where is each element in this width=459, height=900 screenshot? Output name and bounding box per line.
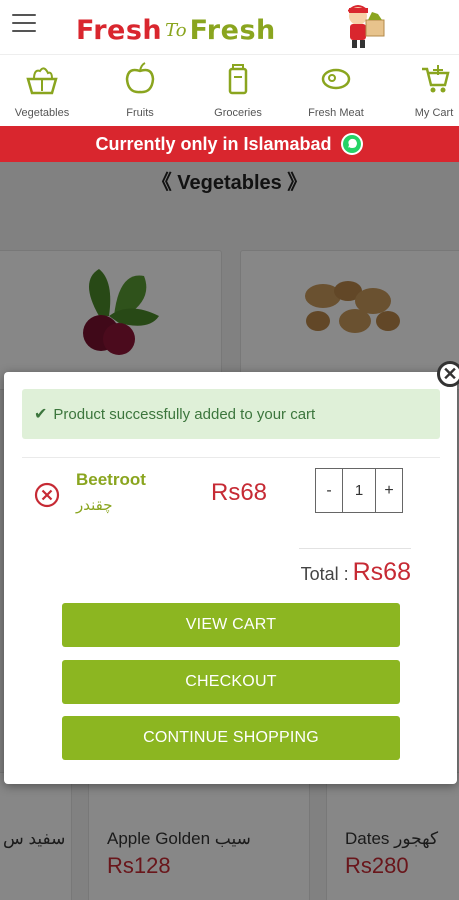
- category-my-cart[interactable]: My Cart: [388, 59, 459, 125]
- logo-text-to: To: [165, 19, 187, 41]
- category-label: Fruits: [126, 107, 154, 119]
- close-modal-icon[interactable]: ✕: [437, 361, 459, 387]
- qty-increase-button[interactable]: +: [376, 469, 402, 512]
- view-cart-button[interactable]: VIEW CART: [62, 603, 400, 647]
- qty-value[interactable]: 1: [342, 469, 376, 512]
- cart-total: Total : Rs68: [301, 558, 411, 587]
- added-to-cart-modal: ✔ Product successfully added to your car…: [4, 372, 457, 784]
- brand-logo[interactable]: Fresh To Fresh: [76, 12, 276, 48]
- total-divider: [299, 548, 411, 549]
- category-fruits[interactable]: Fruits: [94, 59, 186, 125]
- banner-text: Currently only in Islamabad: [95, 133, 332, 154]
- logo-text-fresh-red: Fresh: [76, 14, 163, 46]
- category-label: Fresh Meat: [308, 107, 364, 119]
- whatsapp-icon[interactable]: [340, 132, 364, 156]
- cart-item-price: Rs68: [211, 479, 268, 506]
- cart-icon: [422, 65, 450, 93]
- divider: [22, 457, 440, 458]
- location-banner: Currently only in Islamabad: [0, 126, 459, 162]
- logo-text-fresh-green: Fresh: [189, 14, 276, 46]
- cart-item-urdu-name: چقندر: [76, 496, 113, 514]
- category-groceries[interactable]: Groceries: [192, 59, 284, 125]
- alert-text: Product successfully added to your cart: [53, 405, 316, 423]
- meat-icon: [321, 68, 351, 90]
- continue-shopping-button[interactable]: CONTINUE SHOPPING: [62, 716, 400, 760]
- category-label: Groceries: [214, 107, 262, 119]
- cart-item-name[interactable]: Beetroot: [76, 470, 146, 490]
- category-label: My Cart: [414, 107, 454, 119]
- qty-decrease-button[interactable]: -: [316, 469, 342, 512]
- total-label: Total :: [300, 564, 349, 584]
- category-nav: Vegetables Fruits Groceries Fresh Meat M…: [0, 54, 459, 126]
- success-alert: ✔ Product successfully added to your car…: [22, 389, 440, 439]
- app-header: Fresh To Fresh: [0, 0, 459, 54]
- category-vegetables[interactable]: Vegetables: [0, 59, 88, 125]
- category-label: Vegetables: [14, 107, 70, 119]
- checkout-button[interactable]: CHECKOUT: [62, 660, 400, 704]
- total-value: Rs68: [352, 558, 411, 586]
- quantity-stepper: - 1 +: [315, 468, 403, 513]
- delivery-mascot-icon: [348, 5, 385, 48]
- apple-icon: [125, 62, 155, 94]
- remove-item-icon[interactable]: [34, 482, 60, 508]
- category-fresh-meat[interactable]: Fresh Meat: [290, 59, 382, 125]
- vegetable-basket-icon: [26, 67, 58, 95]
- grocery-bag-icon: [228, 64, 248, 95]
- checkmark-icon: ✔: [34, 406, 48, 423]
- hamburger-menu-icon[interactable]: [12, 14, 36, 32]
